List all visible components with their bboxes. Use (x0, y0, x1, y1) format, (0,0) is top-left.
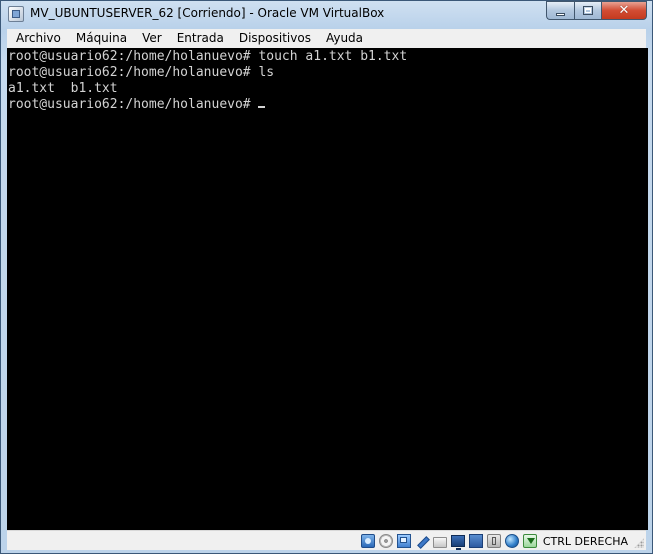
menu-ver[interactable]: Ver (133, 29, 168, 48)
menu-ayuda[interactable]: Ayuda (317, 29, 369, 48)
storage-icon[interactable] (468, 534, 483, 548)
optical-drive-icon[interactable] (378, 534, 393, 548)
menu-entrada[interactable]: Entrada (168, 29, 230, 48)
virtualbox-window: MV_UBUNTUSERVER_62 [Corriendo] - Oracle … (0, 0, 653, 554)
display-icon[interactable] (450, 535, 465, 550)
window-title: MV_UBUNTUSERVER_62 [Corriendo] - Oracle … (30, 6, 385, 20)
menu-archivo[interactable]: Archivo (7, 29, 67, 48)
usb-icon[interactable] (486, 534, 501, 548)
terminal-line: a1.txt b1.txt (8, 81, 118, 96)
status-icons: CTRL DERECHA (360, 533, 646, 550)
vm-console-screen[interactable]: root@usuario62:/home/holanuevo# touch a1… (7, 48, 648, 530)
minimize-button[interactable] (546, 1, 574, 20)
menu-dispositivos[interactable]: Dispositivos (230, 29, 317, 48)
terminal-prompt: root@usuario62:/home/holanuevo# (8, 97, 259, 112)
hard-disk-icon[interactable] (360, 534, 375, 548)
close-button[interactable]: ✕ (601, 1, 647, 20)
menu-bar: Archivo Máquina Ver Entrada Dispositivos… (7, 29, 646, 49)
maximize-icon (583, 6, 593, 15)
terminal-line: root@usuario62:/home/holanuevo# ls (8, 65, 275, 80)
usb-pen-icon[interactable] (415, 534, 429, 548)
menu-maquina[interactable]: Máquina (67, 29, 133, 48)
mouse-integration-icon[interactable] (522, 534, 537, 548)
terminal-cursor (258, 106, 266, 108)
title-bar[interactable]: MV_UBUNTUSERVER_62 [Corriendo] - Oracle … (1, 1, 652, 28)
shared-folders-icon[interactable] (432, 536, 447, 548)
status-bar: CTRL DERECHA (7, 530, 646, 550)
minimize-icon (556, 12, 565, 16)
maximize-button[interactable] (574, 1, 601, 20)
terminal-prompt-line: root@usuario62:/home/holanuevo# (8, 97, 266, 113)
network-icon[interactable] (396, 534, 411, 548)
virtualbox-app-icon[interactable] (8, 6, 24, 22)
network-globe-icon[interactable] (504, 534, 519, 548)
terminal-line: root@usuario62:/home/holanuevo# touch a1… (8, 49, 408, 64)
close-icon: ✕ (618, 3, 630, 18)
host-key-label: CTRL DERECHA (542, 534, 628, 548)
window-controls: ✕ (546, 1, 647, 20)
